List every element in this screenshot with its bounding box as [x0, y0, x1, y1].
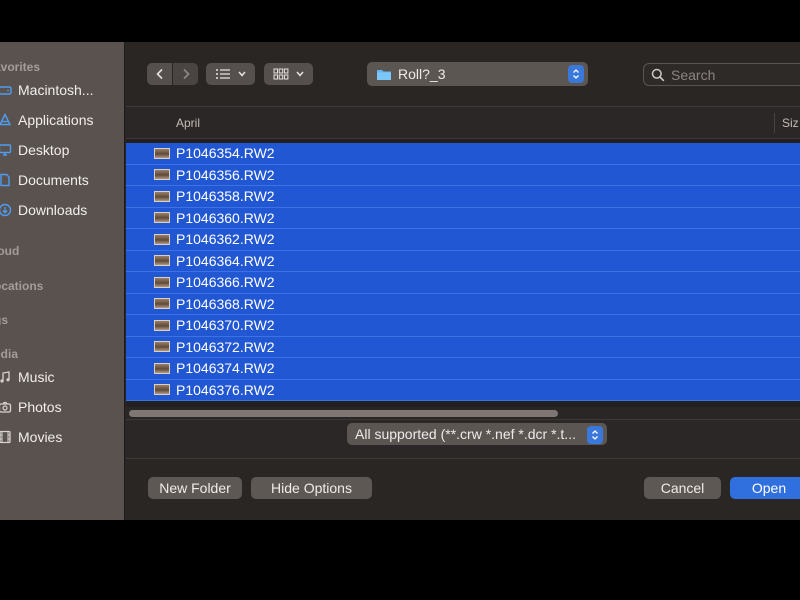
file-name: P1046368.RW2: [176, 295, 275, 312]
applications-icon: [0, 111, 14, 129]
search-field[interactable]: [643, 63, 800, 86]
file-name: P1046354.RW2: [176, 145, 275, 162]
column-header: April Siz: [126, 107, 800, 139]
raw-image-thumbnail-icon: [154, 384, 170, 396]
file-row[interactable]: P1046366.RW2: [126, 272, 800, 294]
music-note-icon: [0, 368, 14, 386]
size-column-header[interactable]: Siz: [782, 116, 799, 130]
sidebar-item-label: Macintosh...: [18, 82, 94, 98]
sidebar-item-label: Applications: [18, 112, 94, 128]
sidebar-item-documents[interactable]: Documents: [0, 168, 124, 192]
raw-image-thumbnail-icon: [154, 212, 170, 224]
file-row[interactable]: P1046372.RW2: [126, 336, 800, 358]
file-name: P1046366.RW2: [176, 274, 275, 291]
file-name: P1046364.RW2: [176, 252, 275, 269]
forward-button[interactable]: [173, 63, 198, 85]
location-popup[interactable]: Roll?_3: [367, 62, 588, 86]
search-input[interactable]: [671, 66, 791, 83]
hard-drive-icon: [0, 81, 14, 99]
file-browser: April Siz P1046354.RW2 P1046356.RW2 P104…: [126, 106, 800, 420]
sidebar: avorites Macintosh... Applications Deskt…: [0, 42, 125, 520]
filter-selected-label: All supported (**.crw *.nef *.dcr *.t...: [355, 426, 576, 442]
file-row[interactable]: P1046374.RW2: [126, 358, 800, 380]
list-view-button[interactable]: [206, 63, 255, 85]
chevron-down-icon: [295, 71, 304, 77]
file-name: P1046356.RW2: [176, 166, 275, 183]
chevron-down-icon: [237, 71, 246, 77]
raw-image-thumbnail-icon: [154, 255, 170, 267]
sidebar-section-favorites: avorites: [0, 60, 41, 74]
chevron-right-icon: [182, 68, 190, 80]
raw-image-thumbnail-icon: [154, 341, 170, 353]
file-type-filter-popup[interactable]: All supported (**.crw *.nef *.dcr *.t...: [347, 423, 607, 445]
film-icon: [0, 428, 14, 446]
file-name: P1046362.RW2: [176, 231, 275, 248]
file-row[interactable]: P1046360.RW2: [126, 207, 800, 229]
camera-icon: [0, 398, 14, 416]
grid-icon: [273, 68, 288, 80]
file-row[interactable]: P1046356.RW2: [126, 164, 800, 186]
open-button[interactable]: Open: [730, 477, 800, 499]
file-row[interactable]: P1046362.RW2: [126, 229, 800, 251]
sidebar-section-locations: ocations: [0, 279, 44, 293]
document-icon: [0, 171, 14, 189]
sidebar-item-label: Music: [18, 369, 55, 385]
sidebar-item-photos[interactable]: Photos: [0, 395, 124, 419]
popup-stepper-icon: [568, 65, 584, 83]
raw-image-thumbnail-icon: [154, 298, 170, 310]
file-row[interactable]: P1046368.RW2: [126, 293, 800, 315]
cancel-button[interactable]: Cancel: [644, 477, 721, 499]
new-folder-button[interactable]: New Folder: [148, 477, 242, 499]
nav-buttons: [147, 63, 198, 85]
raw-image-thumbnail-icon: [154, 190, 170, 202]
sidebar-item-label: Photos: [18, 399, 62, 415]
list-icon: [215, 69, 230, 79]
sidebar-item-downloads[interactable]: Downloads: [0, 198, 124, 222]
desktop-icon: [0, 141, 14, 159]
hide-options-button[interactable]: Hide Options: [251, 477, 372, 499]
sidebar-section-icloud: loud: [0, 244, 20, 258]
column-separator[interactable]: [774, 113, 775, 133]
sidebar-item-label: Desktop: [18, 142, 70, 158]
file-name: P1046372.RW2: [176, 338, 275, 355]
file-row[interactable]: P1046354.RW2: [126, 143, 800, 165]
location-label: Roll?_3: [398, 66, 446, 82]
group-header-label: April: [176, 116, 201, 130]
file-row[interactable]: P1046370.RW2: [126, 315, 800, 337]
scrollbar-thumb[interactable]: [129, 410, 558, 417]
search-icon: [651, 68, 665, 81]
sidebar-item-applications[interactable]: Applications: [0, 108, 124, 132]
sidebar-section-media: edia: [0, 347, 19, 361]
popup-stepper-icon: [587, 426, 603, 444]
sidebar-item-label: Documents: [18, 172, 89, 188]
file-name: P1046370.RW2: [176, 317, 275, 334]
chevron-left-icon: [155, 68, 163, 80]
sidebar-item-desktop[interactable]: Desktop: [0, 138, 124, 162]
grid-view-button[interactable]: [264, 63, 313, 85]
raw-image-thumbnail-icon: [154, 319, 170, 331]
back-button[interactable]: [147, 63, 172, 85]
file-row[interactable]: P1046364.RW2: [126, 250, 800, 272]
file-name: P1046374.RW2: [176, 360, 275, 377]
raw-image-thumbnail-icon: [154, 276, 170, 288]
file-list: P1046354.RW2 P1046356.RW2 P1046358.RW2 P…: [126, 143, 800, 401]
raw-image-thumbnail-icon: [154, 169, 170, 181]
sidebar-section-tags: gs: [0, 313, 9, 327]
sidebar-item-music[interactable]: Music: [0, 365, 124, 389]
folder-icon: [377, 69, 391, 80]
open-file-dialog: avorites Macintosh... Applications Deskt…: [0, 42, 800, 520]
file-row[interactable]: P1046358.RW2: [126, 186, 800, 208]
file-name: P1046376.RW2: [176, 381, 275, 398]
file-name: P1046360.RW2: [176, 209, 275, 226]
raw-image-thumbnail-icon: [154, 233, 170, 245]
sidebar-item-label: Downloads: [18, 202, 88, 218]
sidebar-item-macintosh-hd[interactable]: Macintosh...: [0, 78, 124, 102]
sidebar-item-label: Movies: [18, 429, 63, 445]
raw-image-thumbnail-icon: [154, 147, 170, 159]
file-name: P1046358.RW2: [176, 188, 275, 205]
sidebar-item-movies[interactable]: Movies: [0, 425, 124, 449]
raw-image-thumbnail-icon: [154, 362, 170, 374]
download-icon: [0, 201, 14, 219]
file-row[interactable]: P1046376.RW2: [126, 379, 800, 401]
